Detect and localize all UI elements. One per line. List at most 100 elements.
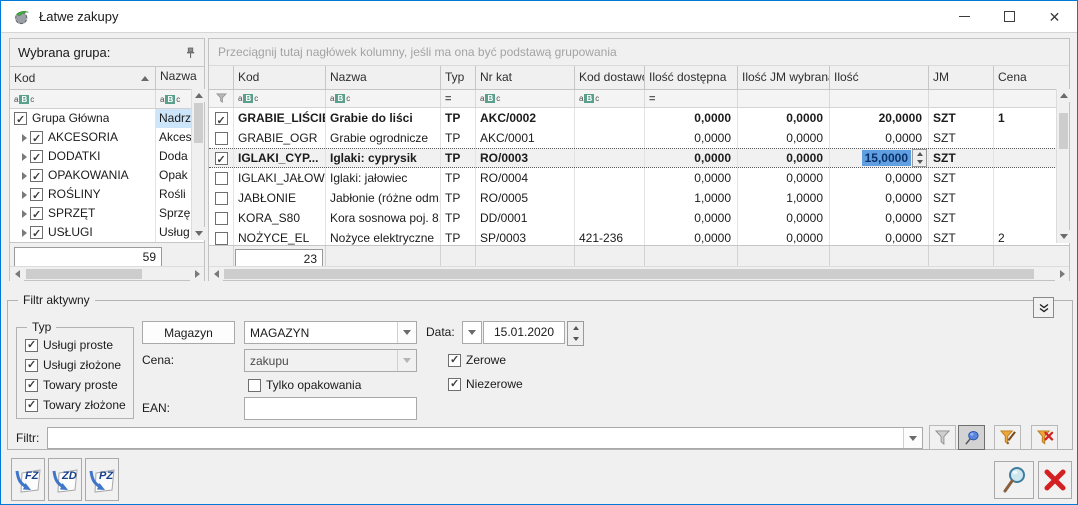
table-row[interactable]: NOŻYCE_EL Nożyce elektryczne TP SP/0003 … — [209, 228, 1069, 245]
cell-ilosc[interactable]: 0,0000 — [830, 128, 929, 148]
column-header-select[interactable] — [209, 66, 234, 89]
row-checkbox[interactable] — [14, 112, 27, 125]
expander-icon[interactable] — [18, 172, 30, 180]
table-row[interactable]: KORA_S80 Kora sosnowa poj. 8... TP DD/00… — [209, 208, 1069, 228]
cell-nrkat[interactable]: AKC/0001 — [476, 128, 575, 148]
minimize-button[interactable] — [942, 1, 987, 32]
filter-cell-ilosc-jm[interactable] — [738, 90, 830, 107]
cell-ilosc-dostepna[interactable]: 1,0000 — [645, 188, 738, 208]
pz-button[interactable]: PZ — [85, 458, 119, 501]
checkbox-niezerowe[interactable]: Niezerowe — [448, 377, 523, 391]
filter-funnel-cell[interactable] — [209, 90, 234, 107]
table-row-selected[interactable]: IGLAKI_CYP... Iglaki: cyprysik TP RO/000… — [209, 148, 1069, 168]
quantity-editor[interactable]: 15,0000 — [830, 149, 929, 167]
row-checkbox[interactable] — [30, 169, 43, 182]
column-header-kod-dostawcy[interactable]: Kod dostawcy — [575, 66, 645, 89]
checkbox[interactable] — [448, 378, 461, 391]
row-checkbox[interactable] — [215, 112, 228, 125]
cell-kod-dostawcy[interactable] — [575, 188, 645, 208]
cell-nazwa[interactable]: Iglaki: jałowiec — [326, 168, 441, 188]
spin-down-icon[interactable] — [568, 334, 583, 346]
table-row[interactable]: GRABIE_OGR Grabie ogrodnicze TP AKC/0001… — [209, 128, 1069, 148]
spin-down-icon[interactable] — [913, 158, 926, 166]
cell-kod-dostawcy[interactable]: 421-236 — [575, 228, 645, 245]
cell-typ[interactable]: TP — [441, 208, 476, 228]
cell-jm[interactable]: SZT — [929, 128, 994, 148]
dropdown-icon[interactable] — [903, 428, 922, 448]
row-checkbox[interactable] — [215, 192, 228, 205]
row-select-cell[interactable] — [209, 188, 234, 208]
zd-button[interactable]: ZD — [48, 458, 82, 501]
column-header-ilosc-dostepna[interactable]: Ilość dostępna — [645, 66, 738, 89]
cell-kod[interactable]: JABŁONIE — [234, 188, 326, 208]
cell-ilosc[interactable]: 0,0000 — [830, 188, 929, 208]
checkbox-uslugi-proste[interactable]: Usługi proste — [25, 338, 113, 352]
cell-kod[interactable]: GRABIE_OGR — [234, 128, 326, 148]
cell-kod[interactable]: GRABIE_LIŚCIE — [234, 108, 326, 128]
cell-ilosc-jm[interactable]: 0,0000 — [738, 228, 830, 245]
checkbox[interactable] — [448, 354, 461, 367]
cell-typ[interactable]: TP — [441, 108, 476, 128]
tree-filter-kod[interactable]: aBc — [10, 90, 156, 108]
cell-kod-dostawcy[interactable] — [575, 108, 645, 128]
filter-cell-nazwa[interactable]: aBc — [326, 90, 441, 107]
cell-kod[interactable]: NOŻYCE_EL — [234, 228, 326, 245]
tree-row[interactable]: DODATKI Doda — [10, 147, 204, 166]
tree-row[interactable]: Grupa Główna Nadrz — [10, 109, 204, 128]
filter-cell-jm[interactable] — [929, 90, 994, 107]
clear-filter-button[interactable] — [1031, 425, 1058, 450]
cell-nrkat[interactable]: RO/0003 — [476, 149, 575, 167]
grid-vertical-scrollbar[interactable] — [1056, 89, 1069, 243]
row-checkbox[interactable] — [215, 152, 228, 165]
scroll-right-button[interactable] — [1055, 267, 1069, 281]
scroll-thumb[interactable] — [26, 269, 142, 279]
close-button[interactable]: ✕ — [1032, 1, 1077, 32]
cell-nrkat[interactable]: AKC/0002 — [476, 108, 575, 128]
scroll-left-button[interactable] — [10, 267, 24, 281]
table-row[interactable]: JABŁONIE Jabłonie (różne odm... TP RO/00… — [209, 188, 1069, 208]
table-row[interactable]: IGLAKI_JAŁOW... Iglaki: jałowiec TP RO/0… — [209, 168, 1069, 188]
magazyn-combo[interactable]: MAGAZYN — [244, 321, 417, 344]
cell-nazwa[interactable]: Nożyce elektryczne — [326, 228, 441, 245]
cell-jm[interactable]: SZT — [929, 188, 994, 208]
row-checkbox[interactable] — [215, 232, 228, 245]
cell-typ[interactable]: TP — [441, 188, 476, 208]
cell-ilosc-jm[interactable]: 0,0000 — [738, 208, 830, 228]
cell-kod-dostawcy[interactable] — [575, 208, 645, 228]
column-header-ilosc-jm-wybrana[interactable]: Ilość JM wybrana — [738, 66, 830, 89]
group-by-drop-area[interactable]: Przeciągnij tutaj nagłówek kolumny, jeśl… — [209, 39, 1069, 66]
row-checkbox[interactable] — [30, 226, 43, 239]
cell-jm[interactable]: SZT — [929, 149, 994, 167]
column-header-cena[interactable]: Cena — [994, 66, 1069, 89]
tree-row[interactable]: OPAKOWANIA Opak — [10, 166, 204, 185]
cell-nrkat[interactable]: RO/0005 — [476, 188, 575, 208]
spin-up-icon[interactable] — [568, 322, 583, 334]
tree-row[interactable]: ROŚLINY Rośli — [10, 185, 204, 204]
tree-row[interactable]: USŁUGI Usług — [10, 223, 204, 242]
tree-row[interactable]: AKCESORIA Akces — [10, 128, 204, 147]
cell-nazwa[interactable]: Grabie do liści — [326, 108, 441, 128]
cell-typ[interactable]: TP — [441, 228, 476, 245]
row-select-cell[interactable] — [209, 228, 234, 245]
expander-icon[interactable] — [18, 229, 30, 237]
column-header-kod[interactable]: Kod — [234, 66, 326, 89]
row-select-cell[interactable] — [209, 168, 234, 188]
row-checkbox[interactable] — [215, 172, 228, 185]
cell-ilosc-jm[interactable]: 0,0000 — [738, 149, 830, 167]
filter-cell-kod[interactable]: aBc — [234, 90, 326, 107]
column-header-ilosc[interactable]: Ilość — [830, 66, 929, 89]
cell-kod-dostawcy[interactable] — [575, 128, 645, 148]
cell-nazwa[interactable]: Kora sosnowa poj. 8... — [326, 208, 441, 228]
column-header-nazwa[interactable]: Nazwa — [326, 66, 441, 89]
filter-cell-typ[interactable]: = — [441, 90, 476, 107]
cell-kod[interactable]: IGLAKI_CYP... — [234, 149, 326, 167]
fz-button[interactable]: FZ — [11, 458, 45, 501]
checkbox[interactable] — [25, 339, 38, 352]
cell-ilosc-dostepna[interactable]: 0,0000 — [645, 108, 738, 128]
cell-nrkat[interactable]: SP/0003 — [476, 228, 575, 245]
apply-filter-button[interactable] — [929, 425, 956, 450]
column-header-typ[interactable]: Typ — [441, 66, 476, 89]
scroll-right-button[interactable] — [190, 267, 204, 281]
cell-nazwa[interactable]: Jabłonie (różne odm... — [326, 188, 441, 208]
checkbox-towary-zlozone[interactable]: Towary złożone — [25, 398, 126, 412]
